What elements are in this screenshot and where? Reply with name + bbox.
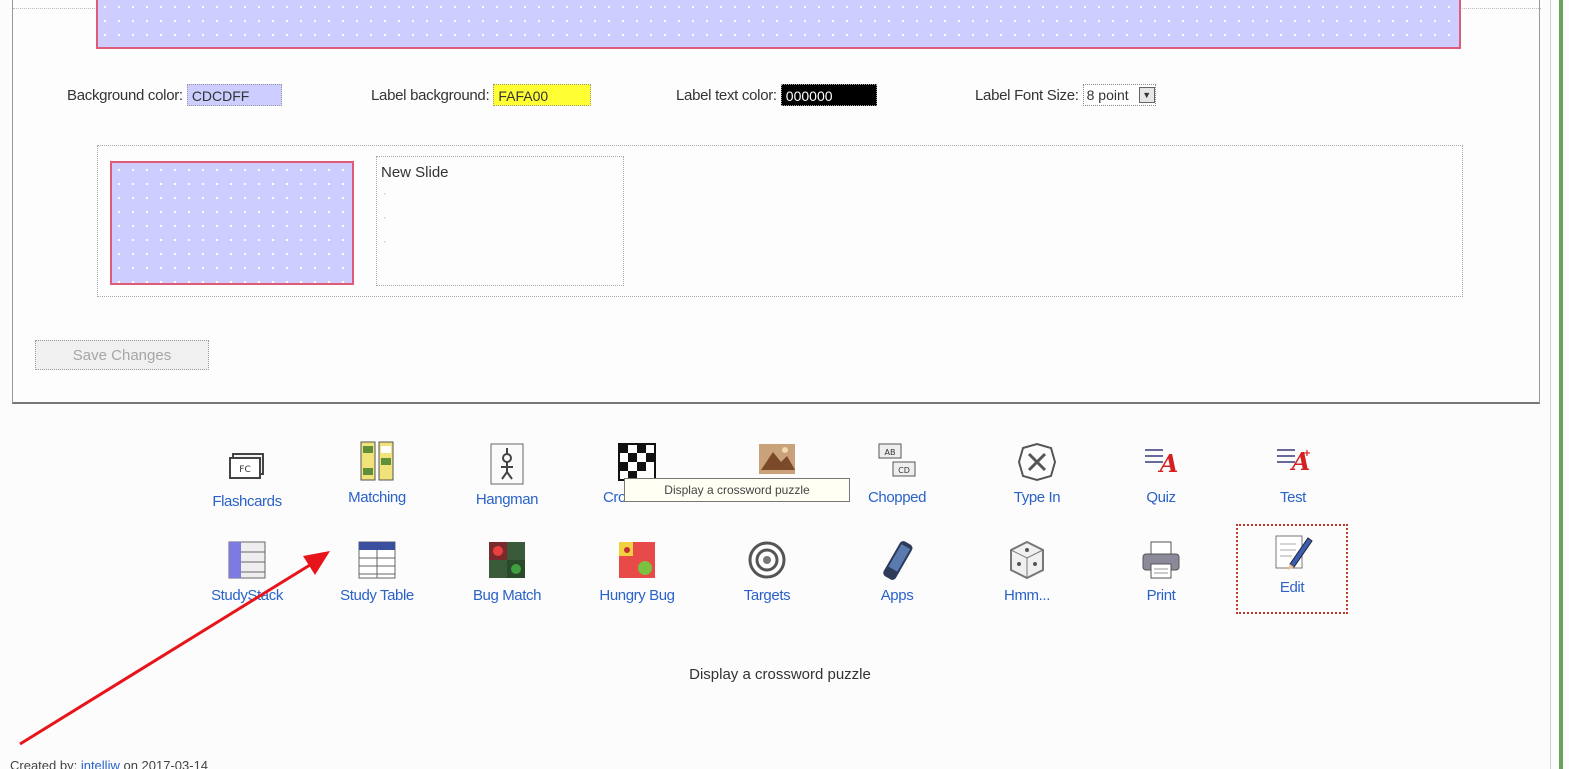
label-background-input[interactable]: FAFA00 bbox=[493, 84, 592, 106]
type-in-icon bbox=[1017, 442, 1057, 482]
slide-preview-large bbox=[96, 0, 1461, 49]
tool-type-in[interactable]: Type In bbox=[982, 440, 1092, 507]
label-text-color-label: Label text color: bbox=[676, 86, 777, 104]
chevron-down-icon[interactable]: ▼ bbox=[1138, 87, 1155, 103]
label-text-color-setting: Label text color: 000000 bbox=[676, 84, 877, 106]
slide-thumbnail[interactable] bbox=[110, 161, 354, 285]
flashcards-icon: FC bbox=[229, 453, 264, 479]
label-background-label: Label background: bbox=[371, 86, 490, 104]
tool-label: Print bbox=[1146, 587, 1176, 604]
tool-hmm[interactable]: Hmm... bbox=[972, 538, 1082, 605]
tool-test[interactable]: A + Test bbox=[1238, 440, 1348, 507]
tool-label: Targets bbox=[743, 587, 791, 604]
hungry-bug-icon bbox=[619, 542, 655, 578]
quiz-icon: A bbox=[1145, 449, 1179, 478]
tool-studystack[interactable]: StudyStack bbox=[192, 538, 302, 605]
tool-label: Apps bbox=[880, 587, 914, 604]
tool-label: Test bbox=[1280, 489, 1306, 506]
dice-icon bbox=[1010, 540, 1044, 580]
svg-text:FC: FC bbox=[239, 465, 250, 475]
pencil-icon bbox=[1275, 535, 1313, 570]
tool-label: Chopped bbox=[867, 489, 927, 506]
creator-link[interactable]: intelliw bbox=[81, 758, 120, 769]
placeholder-line: · bbox=[383, 210, 387, 224]
tool-label: Hangman bbox=[475, 491, 539, 508]
tool-label: Flashcards bbox=[212, 493, 282, 510]
tool-description: Display a crossword puzzle bbox=[689, 666, 871, 683]
svg-text:A: A bbox=[1158, 449, 1179, 478]
page-edge-bar bbox=[1559, 0, 1563, 769]
tool-flashcards[interactable]: FC Flashcards bbox=[192, 444, 302, 511]
slide-title: New Slide bbox=[381, 164, 449, 181]
tool-targets[interactable]: Targets bbox=[712, 538, 822, 605]
slide-editor-panel: Background color: CDCDFF Label backgroun… bbox=[12, 0, 1541, 404]
tool-label: Study Table bbox=[340, 587, 414, 604]
background-color-label: Background color: bbox=[67, 86, 183, 104]
tool-label: Edit bbox=[1279, 579, 1305, 596]
bug-match-icon bbox=[489, 542, 525, 578]
tool-label: Hmm... bbox=[1004, 587, 1050, 604]
test-icon: A + bbox=[1277, 447, 1311, 476]
footer-date: on 2017-03-14 bbox=[123, 758, 209, 769]
slide-label-field[interactable]: New Slide · · · bbox=[376, 156, 624, 286]
target-icon bbox=[748, 541, 786, 579]
printer-icon bbox=[1142, 541, 1180, 579]
tool-study-table[interactable]: Study Table bbox=[322, 538, 432, 605]
page-edge-line bbox=[1550, 0, 1551, 769]
save-changes-button[interactable]: Save Changes bbox=[35, 340, 209, 370]
tool-label: Type In bbox=[1013, 489, 1061, 506]
tool-hangman[interactable]: Hangman bbox=[452, 442, 562, 509]
tool-label: Quiz bbox=[1146, 489, 1176, 506]
label-text-color-input[interactable]: 000000 bbox=[780, 84, 877, 106]
svg-text:+: + bbox=[1303, 448, 1311, 459]
tool-quiz[interactable]: A Quiz bbox=[1106, 440, 1216, 507]
tool-hungry-bug[interactable]: Hungry Bug bbox=[582, 538, 692, 605]
footer-credit: Created by: intelliw on 2017-03-14 bbox=[10, 758, 208, 769]
svg-text:AB: AB bbox=[885, 448, 896, 457]
tool-apps[interactable]: Apps bbox=[842, 538, 952, 605]
placeholder-line: · bbox=[383, 234, 387, 248]
tool-chopped[interactable]: AB CD Chopped bbox=[842, 440, 952, 507]
placeholder-line: · bbox=[383, 186, 387, 200]
footer-prefix: Created by: bbox=[10, 758, 78, 769]
matching-icon bbox=[360, 441, 394, 481]
phone-icon bbox=[883, 541, 913, 580]
background-color-input[interactable]: CDCDFF bbox=[186, 84, 282, 106]
chopped-icon: AB CD bbox=[878, 443, 916, 477]
tool-print[interactable]: Print bbox=[1106, 538, 1216, 605]
settings-row: Background color: CDCDFF Label backgroun… bbox=[13, 84, 1541, 114]
tool-label: Bug Match bbox=[472, 587, 542, 604]
font-size-label: Label Font Size: bbox=[975, 86, 1079, 104]
font-size-select[interactable]: 8 point ▼ bbox=[1082, 84, 1156, 106]
font-size-value: 8 point bbox=[1086, 87, 1129, 103]
tool-bug-match[interactable]: Bug Match bbox=[452, 538, 562, 605]
tool-label: Hungry Bug bbox=[599, 587, 675, 604]
tool-matching[interactable]: Matching bbox=[322, 440, 432, 507]
study-table-icon bbox=[358, 541, 396, 579]
tool-edit[interactable]: Edit bbox=[1236, 524, 1348, 614]
tooltip: Display a crossword puzzle bbox=[624, 478, 850, 502]
svg-text:CD: CD bbox=[898, 466, 910, 475]
slide-row: New Slide · · · bbox=[97, 145, 1463, 297]
label-background-setting: Label background: FAFA00 bbox=[371, 84, 592, 106]
font-size-setting: Label Font Size: 8 point ▼ bbox=[975, 84, 1156, 106]
studystack-icon bbox=[228, 541, 266, 579]
tool-label: StudyStack bbox=[211, 587, 283, 604]
hangman-icon bbox=[490, 443, 524, 485]
tool-label: Matching bbox=[348, 489, 406, 506]
background-color-setting: Background color: CDCDFF bbox=[67, 84, 282, 106]
